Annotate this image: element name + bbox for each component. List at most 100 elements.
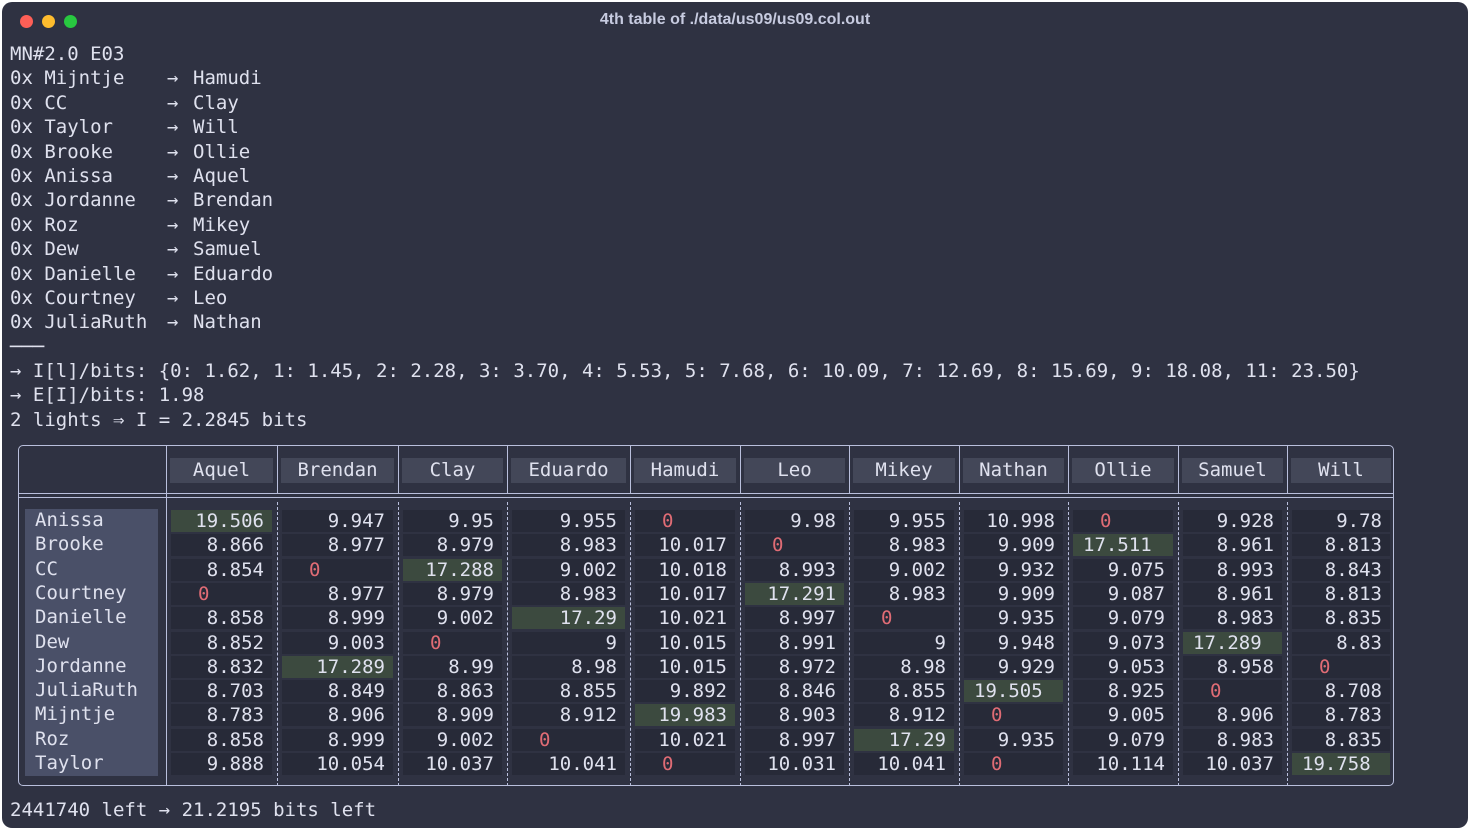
column-divider (507, 502, 508, 786)
column-header: Eduardo (511, 458, 626, 483)
table-cell: 10.037 (1183, 753, 1282, 775)
table-cell: 9.002 (403, 728, 502, 751)
column-divider (1068, 446, 1069, 494)
table-cell: 8.979 (403, 534, 502, 557)
table-cell: 10.041 (512, 753, 625, 775)
table-cell: 9.053 (1073, 655, 1173, 678)
column-divider (507, 446, 508, 494)
mapping-source: 0x Danielle (10, 262, 136, 285)
table-cell: 8.903 (745, 704, 844, 727)
mapping-line: 0x Jordanne → Brendan (10, 188, 1360, 212)
row-label: Anissa (35, 509, 104, 531)
mapping-line: 0x Courtney → Leo (10, 286, 1360, 310)
column-header: Ollie (1072, 458, 1174, 483)
table-cell: 8.855 (512, 680, 625, 703)
zero-cell: 0 (635, 753, 735, 775)
arrow-icon: → (167, 116, 179, 139)
mapping-line: 0x Danielle → Eduardo (10, 262, 1360, 286)
table-cell: 10.054 (282, 753, 393, 775)
zero-cell: 0 (964, 704, 1063, 727)
header-divider (19, 493, 1393, 494)
table-cell: 8.813 (1292, 534, 1390, 557)
table-cell: 10.017 (635, 582, 735, 605)
table-cell: 8.98 (512, 655, 625, 678)
highlight-cell: 19.983 (635, 704, 735, 727)
highlight-cell: 17.291 (745, 582, 844, 605)
table-cell: 8.958 (1183, 655, 1282, 678)
table-cell: 8.858 (171, 728, 272, 751)
info-bits-line: → I[l]/bits: {0: 1.62, 1: 1.45, 2: 2.28,… (10, 360, 1360, 383)
table-cell: 9.003 (282, 631, 393, 654)
column-header: Clay (402, 458, 503, 483)
column-divider (959, 502, 960, 786)
table-cell: 8.832 (171, 655, 272, 678)
column-divider (630, 502, 631, 786)
table-cell: 10.037 (403, 753, 502, 775)
table-cell: 8.983 (1183, 728, 1282, 751)
info-expected-line: → E[I]/bits: 1.98 (10, 384, 205, 407)
zero-cell: 0 (282, 558, 393, 581)
table-cell: 8.909 (403, 704, 502, 727)
table-cell: 9.929 (964, 655, 1063, 678)
table-cell: 8.977 (282, 534, 393, 557)
row-label: CC (35, 557, 58, 580)
header-line: MN#2.0 E03 (10, 43, 125, 65)
table-cell: 8.977 (282, 582, 393, 605)
table-cell: 8.906 (282, 704, 393, 727)
table-cell: 10.021 (635, 607, 735, 630)
column-divider (277, 502, 278, 786)
table-cell: 8.983 (854, 534, 954, 557)
table-cell: 9.935 (964, 728, 1063, 751)
probability-table: Aquel Brendan Clay Eduardo Hamudi Leo Mikey Nat… (18, 445, 1394, 786)
mapping-line: 0x Anissa → Aquel (10, 164, 1360, 188)
table-cell: 8.993 (745, 558, 844, 581)
mapping-source: 0x Courtney (10, 286, 136, 309)
table-cell: 8.906 (1183, 704, 1282, 727)
column-divider (1178, 502, 1179, 786)
table-cell: 8.997 (745, 607, 844, 630)
table-cell: 9.002 (854, 558, 954, 581)
table-cell: 8.99 (403, 655, 502, 678)
row-label: Courtney (35, 581, 127, 604)
zero-cell: 0 (635, 510, 735, 532)
table-cell: 9.78 (1292, 510, 1390, 532)
row-label: Jordanne (35, 654, 127, 677)
zero-cell: 0 (745, 534, 844, 557)
table-cell: 8.783 (171, 704, 272, 727)
table-cell: 9.909 (964, 582, 1063, 605)
table-cell: 8.854 (171, 558, 272, 581)
column-header: Brendan (281, 458, 394, 483)
row-label: Roz (35, 727, 70, 750)
table-cell: 9.079 (1073, 607, 1173, 630)
column-divider (740, 502, 741, 786)
table-cell: 8.852 (171, 631, 272, 654)
arrow-icon: → (167, 67, 179, 90)
mapping-line: 0x Mijntje → Hamudi (10, 66, 1360, 90)
column-header: Nathan (963, 458, 1064, 483)
title-bar: 4th table of ./data/us09/us09.col.out (2, 2, 1468, 40)
mapping-target: Clay (193, 91, 239, 114)
arrow-icon: → (167, 286, 179, 309)
arrow-icon: → (167, 91, 179, 114)
row-label: Dew (35, 630, 70, 653)
table-cell: 9.955 (854, 510, 954, 532)
footer-status: 2441740 left → 21.2195 bits left (10, 799, 377, 821)
table-cell: 8.961 (1183, 582, 1282, 605)
table-cell: 8.855 (854, 680, 954, 703)
table-cell: 8.983 (854, 582, 954, 605)
table-cell: 9.947 (282, 510, 393, 532)
table-cell: 10.018 (635, 558, 735, 581)
table-cell: 8.703 (171, 680, 272, 703)
mapping-list: 0x Mijntje → Hamudi 0x CC → Clay 0x Taylor → Wil… (10, 66, 1360, 334)
table-cell: 8.972 (745, 655, 844, 678)
table-cell: 9.955 (512, 510, 625, 532)
highlight-cell: 17.511 (1073, 534, 1173, 557)
mapping-source: 0x Anissa (10, 164, 113, 187)
column-divider (1178, 446, 1179, 494)
table-cell: 9.98 (745, 510, 844, 532)
row-label-divider (166, 446, 167, 785)
highlight-cell: 19.758 (1292, 753, 1390, 775)
table-cell: 9 (512, 631, 625, 654)
table-cell: 9.079 (1073, 728, 1173, 751)
table-cell: 8.849 (282, 680, 393, 703)
